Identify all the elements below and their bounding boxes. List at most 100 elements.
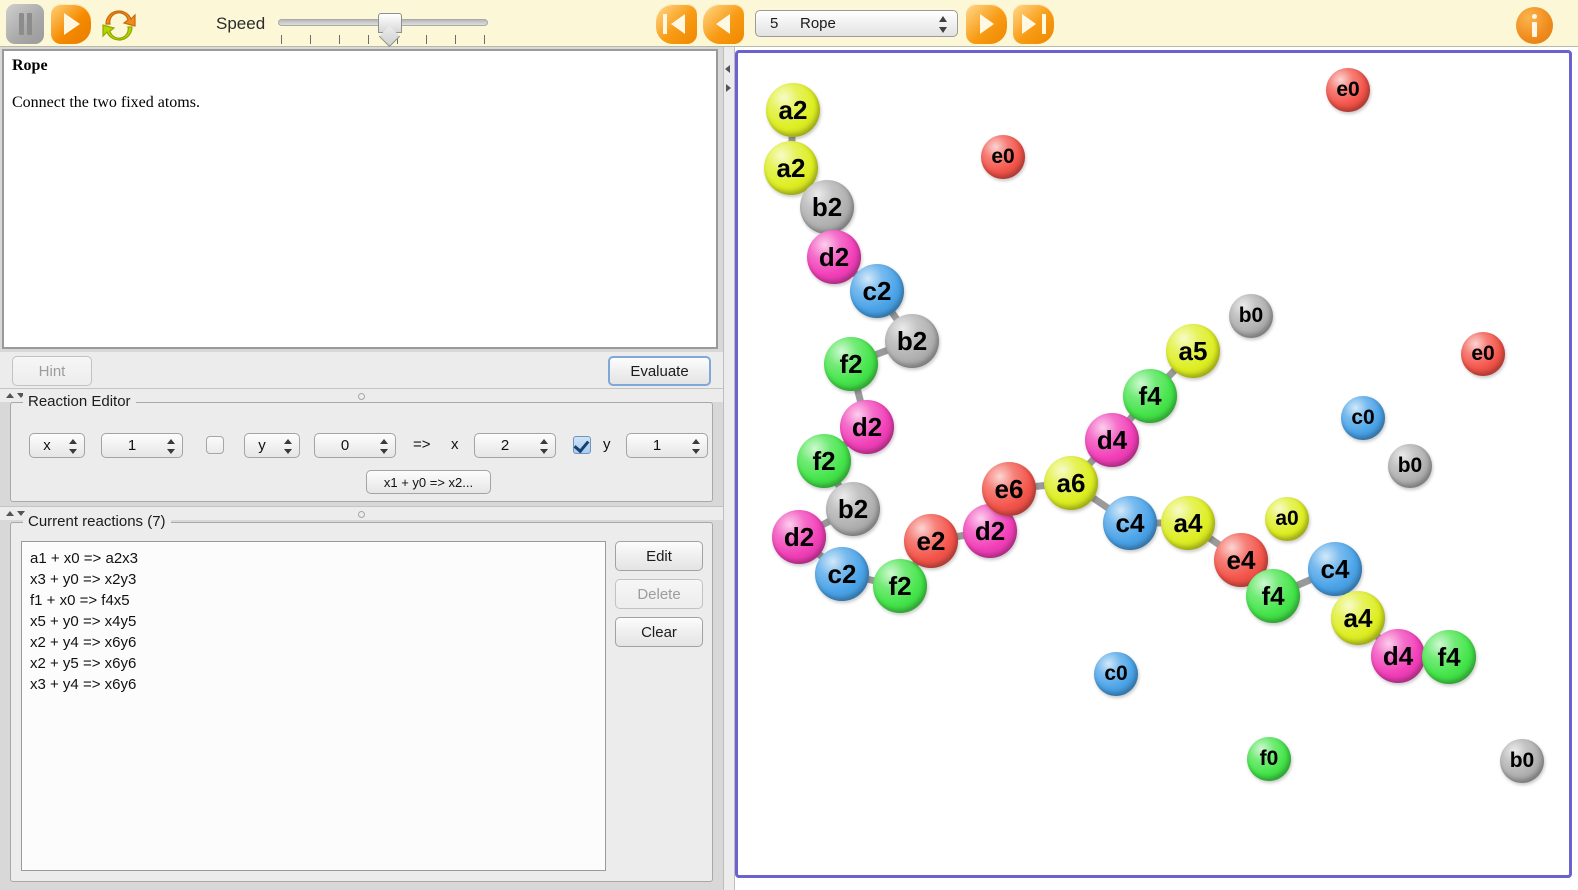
vertical-splitter[interactable] (723, 47, 735, 890)
slider-thumb[interactable] (378, 13, 403, 33)
atom-b2[interactable]: b2 (885, 314, 939, 368)
first-level-button[interactable] (656, 4, 697, 44)
splitter-grip[interactable] (358, 393, 365, 400)
pause-icon (19, 13, 24, 35)
level-number: 5 (770, 15, 779, 32)
left-bonds-spinner[interactable]: 1 (101, 433, 183, 458)
atom-b2[interactable]: b2 (800, 180, 854, 234)
reset-button[interactable] (97, 4, 141, 46)
add-reaction-button[interactable]: x1 + y0 => x2... (366, 470, 491, 494)
spinner-arrows-icon[interactable] (284, 438, 292, 455)
splitter-grip[interactable] (358, 511, 365, 518)
atom-a6[interactable]: a6 (1044, 456, 1098, 510)
description-text: Connect the two fixed atoms. (12, 94, 200, 111)
atom-d2[interactable]: d2 (807, 230, 861, 284)
info-button[interactable] (1516, 7, 1553, 44)
forward-icon (966, 4, 1007, 44)
collapse-up-icon[interactable] (6, 511, 14, 516)
atom-c4[interactable]: c4 (1308, 542, 1362, 596)
atom-d4[interactable]: d4 (1371, 629, 1425, 683)
atom-a4[interactable]: a4 (1331, 591, 1385, 645)
left-checkbox[interactable] (206, 436, 224, 454)
reaction-item[interactable]: x2 + y5 => x6y6 (30, 653, 605, 674)
previous-level-button[interactable] (703, 4, 744, 44)
atom-e2[interactable]: e2 (904, 514, 958, 568)
reaction-arrow: => (413, 436, 431, 453)
collapse-left-icon[interactable] (725, 65, 730, 73)
spinner-arrows-icon[interactable] (167, 438, 175, 455)
atom-c0[interactable]: c0 (1341, 396, 1385, 440)
atom-c0[interactable]: c0 (1094, 652, 1138, 696)
atom-d4[interactable]: d4 (1085, 413, 1139, 467)
right-atom-value: y (258, 437, 266, 454)
skip-forward-icon (1013, 4, 1054, 44)
simulation-canvas[interactable]: a2 a2 b2 d2 c2 b2 f2 d2 f2 b2 d2 c2 f2 e2 d2 e6 a6 d4 f4 a5… (738, 53, 1569, 875)
evaluate-button[interactable]: Evaluate (608, 356, 711, 386)
spinner-arrows-icon[interactable] (69, 438, 77, 455)
product-checkbox[interactable] (573, 436, 591, 454)
atom-b0[interactable]: b0 (1500, 739, 1544, 783)
left-panel: Rope Connect the two fixed atoms. Hint E… (0, 47, 723, 890)
spinner-arrows-icon[interactable] (692, 438, 700, 455)
level-select[interactable]: 5 Rope (755, 10, 958, 37)
delete-button[interactable]: Delete (615, 579, 703, 609)
play-icon (51, 4, 91, 44)
atom-c4[interactable]: c4 (1103, 496, 1157, 550)
hint-button[interactable]: Hint (12, 356, 92, 386)
chevron-updown-icon[interactable] (939, 15, 948, 34)
product-left-atom-label: x (451, 436, 459, 453)
reaction-item[interactable]: x2 + y4 => x6y6 (30, 632, 605, 653)
product-right-bonds-spinner[interactable]: 1 (626, 433, 708, 458)
atom-e0[interactable]: e0 (981, 135, 1025, 179)
atom-a5[interactable]: a5 (1166, 324, 1220, 378)
atom-f2[interactable]: f2 (824, 337, 878, 391)
play-button[interactable] (51, 4, 91, 44)
left-atom-spinner[interactable]: x (29, 433, 85, 458)
collapse-up-icon[interactable] (6, 393, 14, 398)
atom-f2[interactable]: f2 (873, 559, 927, 613)
simulation-canvas-panel[interactable]: a2 a2 b2 d2 c2 b2 f2 d2 f2 b2 d2 c2 f2 e2 d2 e6 a6 d4 f4 a5… (735, 50, 1572, 878)
atom-f4[interactable]: f4 (1246, 569, 1300, 623)
atom-e0[interactable]: e0 (1326, 68, 1370, 112)
right-atom-spinner[interactable]: y (244, 433, 300, 458)
reaction-item[interactable]: x5 + y0 => x4y5 (30, 611, 605, 632)
atom-a4[interactable]: a4 (1161, 496, 1215, 550)
atom-b0[interactable]: b0 (1388, 444, 1432, 488)
atom-f4[interactable]: f4 (1123, 369, 1177, 423)
spinner-arrows-icon[interactable] (540, 438, 548, 455)
right-bonds-value: 0 (340, 437, 350, 454)
reaction-item[interactable]: f1 + x0 => f4x5 (30, 590, 605, 611)
reaction-item[interactable]: x3 + y0 => x2y3 (30, 569, 605, 590)
product-right-bonds-value: 1 (652, 437, 662, 454)
current-reactions-group: Current reactions (7) a1 + x0 => a2x3 x3 … (10, 513, 713, 882)
pause-button[interactable] (6, 4, 44, 44)
edit-button[interactable]: Edit (615, 541, 703, 571)
reaction-item[interactable]: a1 + x0 => a2x3 (30, 548, 605, 569)
atom-a2[interactable]: a2 (766, 83, 820, 137)
right-bonds-spinner[interactable]: 0 (314, 433, 396, 458)
atom-f4[interactable]: f4 (1422, 630, 1476, 684)
spinner-arrows-icon[interactable] (380, 438, 388, 455)
left-atom-value: x (43, 437, 51, 454)
atom-f0[interactable]: f0 (1247, 737, 1291, 781)
atom-e6[interactable]: e6 (982, 462, 1036, 516)
atom-d2[interactable]: d2 (840, 400, 894, 454)
atom-b0[interactable]: b0 (1229, 294, 1273, 338)
collapse-right-icon[interactable] (726, 84, 731, 92)
toolbar: Speed 5 Rope (0, 0, 1578, 47)
reactions-list[interactable]: a1 + x0 => a2x3 x3 + y0 => x2y3 f1 + x0 =>… (21, 541, 606, 871)
product-left-bonds-spinner[interactable]: 2 (474, 433, 556, 458)
reaction-item[interactable]: x3 + y4 => x6y6 (30, 674, 605, 695)
speed-slider[interactable] (278, 13, 488, 44)
atom-f2[interactable]: f2 (797, 434, 851, 488)
atom-e0[interactable]: e0 (1461, 332, 1505, 376)
clear-button[interactable]: Clear (615, 617, 703, 647)
atom-d2[interactable]: d2 (772, 510, 826, 564)
atom-b2[interactable]: b2 (826, 482, 880, 536)
atom-a0[interactable]: a0 (1265, 497, 1309, 541)
left-bonds-value: 1 (127, 437, 137, 454)
atom-c2[interactable]: c2 (850, 264, 904, 318)
next-level-button[interactable] (966, 4, 1007, 44)
atom-c2[interactable]: c2 (815, 547, 869, 601)
last-level-button[interactable] (1013, 4, 1054, 44)
